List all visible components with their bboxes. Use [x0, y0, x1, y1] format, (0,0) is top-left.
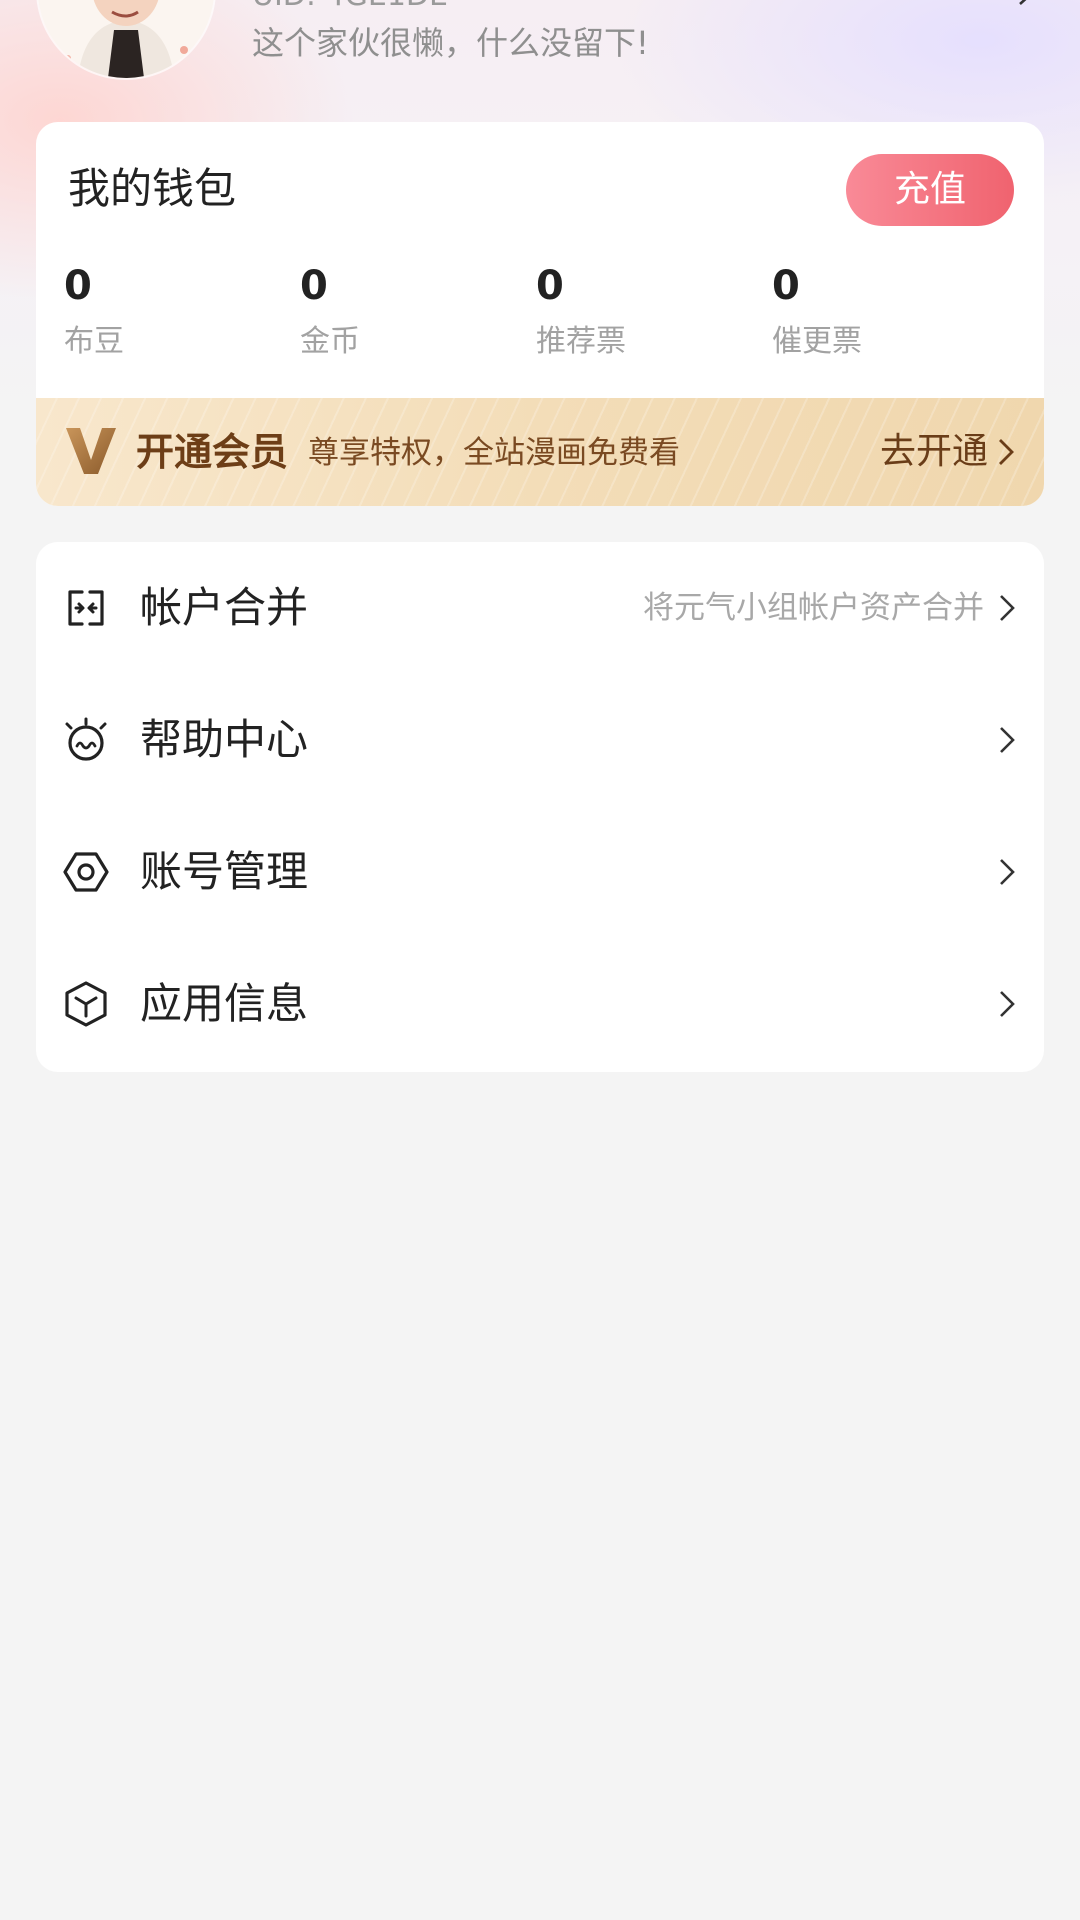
user-id: UID: 4GE1DE — [252, 0, 448, 14]
stat-label: 金币 — [300, 324, 360, 359]
chevron-right-icon — [1000, 595, 1015, 621]
stat-value: 0 — [64, 263, 92, 309]
vip-v-icon — [66, 428, 116, 474]
menu-label: 帮助中心 — [140, 715, 309, 764]
menu-item-app-info[interactable]: 应用信息 — [36, 938, 1044, 1070]
menu-item-help-center[interactable]: 帮助中心 — [36, 674, 1044, 806]
menu-label: 账号管理 — [140, 847, 309, 896]
stat-label: 推荐票 — [536, 324, 626, 359]
vip-title: 开通会员 — [136, 430, 289, 474]
stat-value: 0 — [772, 263, 800, 309]
help-robot-icon — [65, 717, 107, 761]
chevron-right-icon[interactable] — [1010, 0, 1040, 10]
stat-budou[interactable]: 0 布豆 — [64, 262, 284, 362]
stat-update-tickets[interactable]: 0 催更票 — [772, 262, 992, 362]
wallet-card: 我的钱包 充值 0 布豆 0 金币 0 推荐票 0 催更票 开通会员 尊享特权，… — [36, 122, 1044, 506]
avatar[interactable] — [38, 0, 214, 78]
menu-label: 应用信息 — [140, 979, 309, 1028]
menu-subtitle: 将元气小组帐户资产合并 — [643, 590, 984, 626]
hexagon-settings-icon — [63, 852, 109, 892]
menu-item-account-management[interactable]: 账号管理 — [36, 806, 1044, 938]
user-bio: 这个家伙很懒，什么没留下! — [252, 24, 649, 62]
recharge-button[interactable]: 充值 — [846, 154, 1014, 226]
wallet-title: 我的钱包 — [68, 164, 237, 213]
stat-label: 布豆 — [64, 324, 124, 359]
vip-description: 尊享特权，全站漫画免费看 — [308, 435, 680, 471]
cube-icon — [65, 981, 107, 1027]
stat-label: 催更票 — [772, 324, 862, 359]
menu-label: 帐户合并 — [140, 583, 309, 632]
merge-icon — [68, 590, 104, 626]
chevron-right-icon — [1000, 859, 1015, 885]
menu-item-account-merge[interactable]: 帐户合并 将元气小组帐户资产合并 — [36, 542, 1044, 674]
vip-banner[interactable]: 开通会员 尊享特权，全站漫画免费看 去开通 — [36, 398, 1044, 506]
stat-recommend-tickets[interactable]: 0 推荐票 — [536, 262, 756, 362]
chevron-right-icon — [1000, 727, 1015, 753]
profile-header[interactable]: UID: 4GE1DE 这个家伙很懒，什么没留下! — [0, 0, 1080, 100]
stat-value: 0 — [300, 263, 328, 309]
stat-value: 0 — [536, 263, 564, 309]
chevron-right-icon — [999, 439, 1014, 465]
chevron-right-icon — [1000, 991, 1015, 1017]
vip-open-link[interactable]: 去开通 — [880, 428, 988, 476]
stat-coins[interactable]: 0 金币 — [300, 262, 520, 362]
settings-menu: 帐户合并 将元气小组帐户资产合并 帮助中心 账号管理 应用信息 — [36, 542, 1044, 1072]
